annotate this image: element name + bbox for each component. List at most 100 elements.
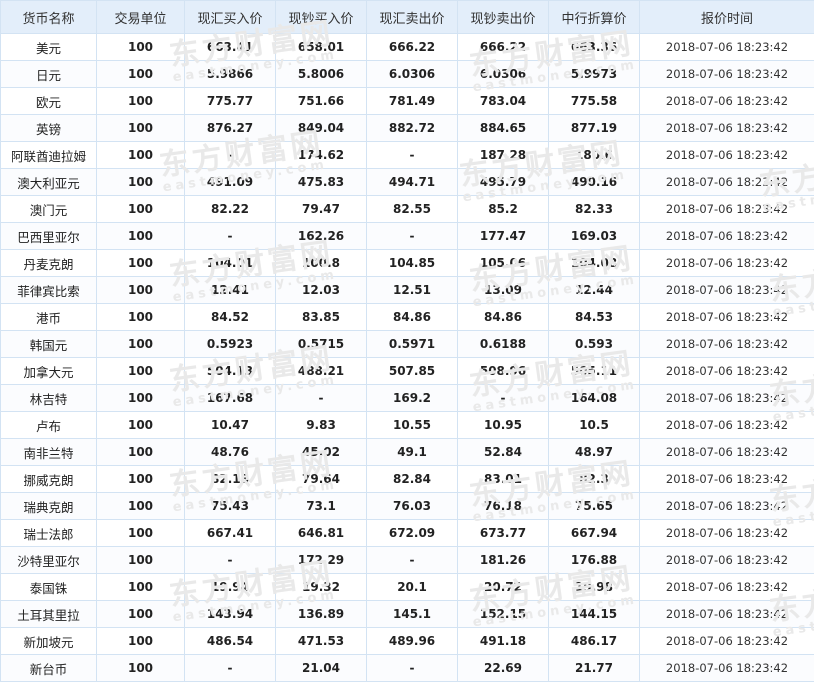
cell-quote-time: 2018-07-06 18:23:42 [639,357,814,385]
cell-spot-buy: 775.77 [184,87,276,115]
cell-cash-buy: 83.85 [275,303,367,331]
cell-spot-sell: 82.84 [366,465,458,493]
cell-currency-name: 挪威克朗 [0,465,97,493]
table-row: 瑞典克朗 100 75.43 73.1 76.03 76.18 75.65 2018-07-0… [0,492,814,520]
cell-quote-time: 2018-07-06 18:23:42 [639,573,814,601]
column-header-spot-sell: 现汇卖出价 [366,0,458,34]
cell-trade-unit: 100 [96,330,185,358]
cell-boc-rate: 877.19 [548,114,640,142]
table-row: 挪威克朗 100 82.18 79.64 82.84 83.01 82.3 2018-07-0… [0,465,814,493]
cell-boc-rate: 82.33 [548,195,640,223]
cell-boc-rate: 775.58 [548,87,640,115]
cell-cash-buy: 19.32 [275,573,367,601]
cell-currency-name: 澳大利亚元 [0,168,97,196]
cell-currency-name: 林吉特 [0,384,97,412]
cell-spot-sell: 145.1 [366,600,458,628]
cell-trade-unit: 100 [96,303,185,331]
cell-cash-buy: 5.8006 [275,60,367,88]
table-row: 南非兰特 100 48.76 45.02 49.1 52.84 48.97 2018-07-0… [0,438,814,466]
column-header-cash-buy: 现钞买入价 [275,0,367,34]
cell-trade-unit: 100 [96,600,185,628]
table-row: 丹麦克朗 100 104.01 100.8 104.85 105.06 104.08 2018… [0,249,814,277]
cell-quote-time: 2018-07-06 18:23:42 [639,519,814,547]
cell-cash-buy: 475.83 [275,168,367,196]
cell-spot-buy: 82.22 [184,195,276,223]
cell-spot-sell: - [366,654,458,682]
column-header-cash-sell: 现钞卖出价 [457,0,549,34]
cell-quote-time: 2018-07-06 18:23:42 [639,33,814,61]
cell-quote-time: 2018-07-06 18:23:42 [639,114,814,142]
cell-currency-name: 加拿大元 [0,357,97,385]
cell-boc-rate: 5.9973 [548,60,640,88]
table-row: 阿联酋迪拉姆 100-174.62-187.28 180.6 2018-07-06 1… [0,141,814,169]
cell-currency-name: 瑞士法郎 [0,519,97,547]
cell-spot-buy: 667.41 [184,519,276,547]
cell-boc-rate: 21.77 [548,654,640,682]
cell-cash-sell: 181.26 [457,546,549,574]
cell-cash-sell: 76.18 [457,492,549,520]
cell-cash-sell: 13.09 [457,276,549,304]
cell-cash-sell: 20.72 [457,573,549,601]
column-header-spot-buy: 现汇买入价 [184,0,276,34]
cell-quote-time: 2018-07-06 18:23:42 [639,600,814,628]
table-row: 欧元 100 775.77 751.66 781.49 783.04 775.58 2018-… [0,87,814,115]
cell-cash-sell: 6.0306 [457,60,549,88]
cell-currency-name: 澳门元 [0,195,97,223]
table-row: 菲律宾比索 100 12.41 12.03 12.51 13.09 12.44 2018-07… [0,276,814,304]
cell-quote-time: 2018-07-06 18:23:42 [639,276,814,304]
cell-boc-rate: 12.44 [548,276,640,304]
cell-currency-name: 新台币 [0,654,97,682]
cell-spot-sell: 0.5971 [366,330,458,358]
cell-trade-unit: 100 [96,627,185,655]
cell-cash-sell: 84.86 [457,303,549,331]
cell-boc-rate: 505.11 [548,357,640,385]
cell-cash-buy: 172.29 [275,546,367,574]
cell-currency-name: 欧元 [0,87,97,115]
cell-spot-buy: 84.52 [184,303,276,331]
cell-spot-sell: 49.1 [366,438,458,466]
cell-boc-rate: 104.08 [548,249,640,277]
cell-spot-sell: 12.51 [366,276,458,304]
cell-cash-sell: 10.95 [457,411,549,439]
cell-cash-buy: 136.89 [275,600,367,628]
cell-quote-time: 2018-07-06 18:23:42 [639,654,814,682]
cell-spot-buy: - [184,654,276,682]
cell-spot-buy: 5.9866 [184,60,276,88]
cell-spot-sell: 507.85 [366,357,458,385]
cell-currency-name: 南非兰特 [0,438,97,466]
cell-cash-buy: 79.64 [275,465,367,493]
cell-spot-buy: 0.5923 [184,330,276,358]
cell-trade-unit: 100 [96,654,185,682]
cell-cash-sell: 177.47 [457,222,549,250]
cell-quote-time: 2018-07-06 18:23:42 [639,222,814,250]
cell-cash-sell: 83.01 [457,465,549,493]
cell-boc-rate: 169.03 [548,222,640,250]
cell-spot-buy: - [184,546,276,574]
cell-currency-name: 土耳其里拉 [0,600,97,628]
cell-cash-buy: 9.83 [275,411,367,439]
table-row: 瑞士法郎 100 667.41 646.81 672.09 673.77 667.94 201… [0,519,814,547]
cell-spot-buy: 82.18 [184,465,276,493]
cell-cash-sell: 152.15 [457,600,549,628]
cell-currency-name: 阿联酋迪拉姆 [0,141,97,169]
cell-spot-buy: 486.54 [184,627,276,655]
cell-spot-buy: 12.41 [184,276,276,304]
cell-currency-name: 巴西里亚尔 [0,222,97,250]
cell-currency-name: 日元 [0,60,97,88]
cell-spot-sell: 10.55 [366,411,458,439]
table-row: 土耳其里拉 100 143.94 136.89 145.1 152.15 144.15 201… [0,600,814,628]
cell-currency-name: 丹麦克朗 [0,249,97,277]
cell-cash-buy: 751.66 [275,87,367,115]
cell-trade-unit: 100 [96,492,185,520]
table-row: 新加坡元 100 486.54 471.53 489.96 491.18 486.17 201… [0,627,814,655]
cell-cash-buy: 0.5715 [275,330,367,358]
cell-boc-rate: 490.16 [548,168,640,196]
cell-quote-time: 2018-07-06 18:23:42 [639,60,814,88]
table-row: 泰国铢 100 19.94 19.32 20.1 20.72 19.98 2018-07-06… [0,573,814,601]
cell-trade-unit: 100 [96,168,185,196]
cell-cash-buy: 488.21 [275,357,367,385]
cell-spot-buy: 504.13 [184,357,276,385]
cell-spot-sell: 666.22 [366,33,458,61]
cell-boc-rate: 10.5 [548,411,640,439]
cell-spot-buy: 663.41 [184,33,276,61]
